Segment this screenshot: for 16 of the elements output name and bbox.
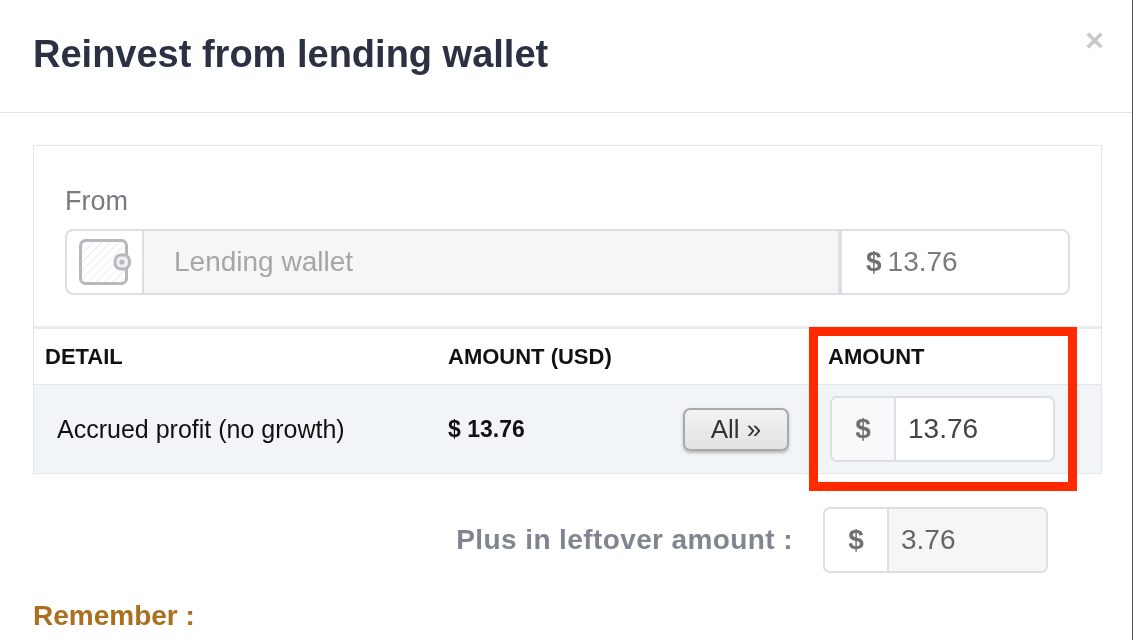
amount-usd-cell: $ 13.76 bbox=[448, 415, 525, 443]
remember-heading: Remember : bbox=[33, 600, 195, 632]
currency-addon: $ bbox=[823, 507, 889, 573]
wallet-icon bbox=[78, 239, 131, 285]
dialog-title: Reinvest from lending wallet bbox=[33, 32, 549, 77]
column-header: AMOUNT (USD) bbox=[447, 343, 613, 370]
column-header: DETAIL bbox=[44, 343, 124, 370]
currency-addon: $ bbox=[830, 396, 896, 462]
amount-field[interactable]: 13.76 bbox=[896, 396, 1055, 462]
detail-cell-text: Accrued profit (no growth) bbox=[56, 414, 346, 444]
column-header: AMOUNT bbox=[827, 343, 926, 370]
from-label: From bbox=[65, 186, 129, 216]
leftover-label: Plus in leftover amount : bbox=[456, 524, 793, 556]
wallet-balance: 13.76 bbox=[887, 246, 958, 278]
all-button[interactable]: All » bbox=[683, 407, 789, 451]
currency-symbol: $ bbox=[866, 246, 882, 278]
